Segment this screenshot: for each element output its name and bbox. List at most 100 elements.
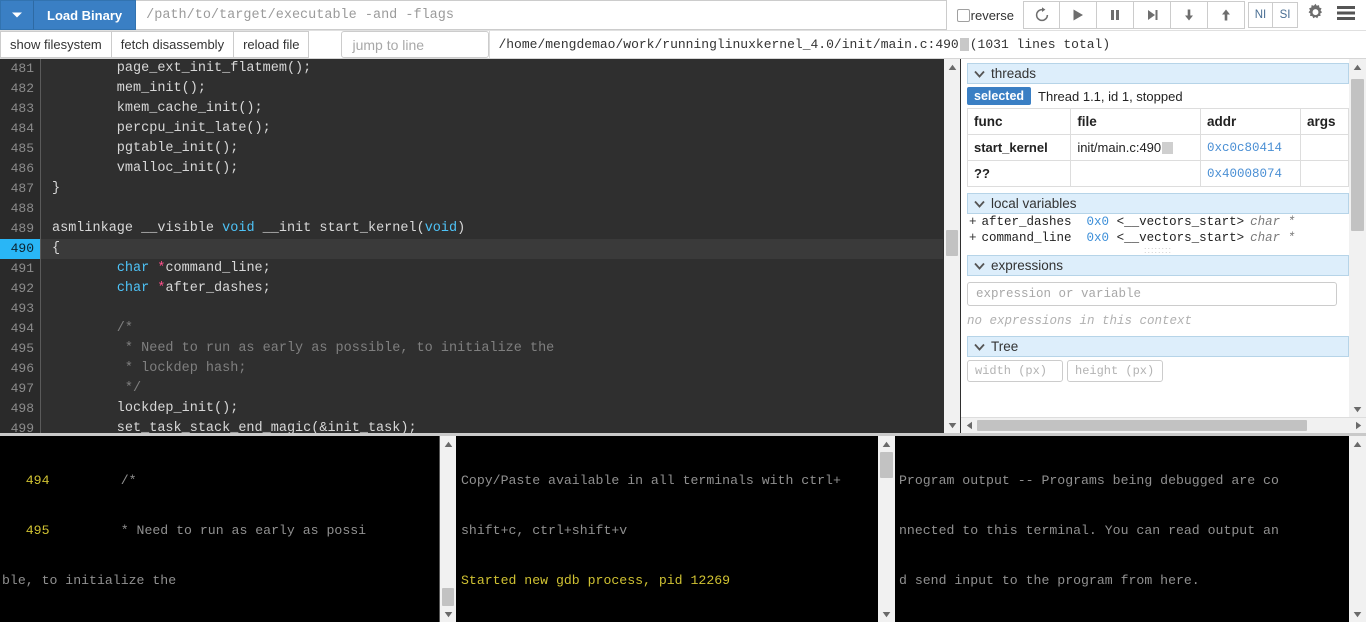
program-output-scrollbar[interactable] — [1349, 436, 1366, 622]
checkbox-box[interactable] — [957, 9, 970, 22]
hscroll-left-arrow[interactable] — [961, 421, 977, 430]
step-out-button[interactable] — [1208, 1, 1245, 29]
code-line-481[interactable]: 481 page_ext_init_flatmem(); — [0, 59, 943, 79]
binary-path-input[interactable]: /path/to/target/executable -and -flags — [136, 0, 947, 30]
restart-button[interactable] — [1023, 1, 1060, 29]
panel-scroll-thumb[interactable] — [1351, 79, 1364, 231]
code-line-494[interactable]: 494 /* — [0, 319, 943, 339]
settings-button[interactable] — [1301, 0, 1329, 30]
side-panel-vertical-scrollbar[interactable] — [1349, 59, 1366, 417]
line-number-485[interactable]: 485 — [0, 139, 40, 159]
line-number-484[interactable]: 484 — [0, 119, 40, 139]
console-scroll-down-arrow[interactable] — [440, 606, 456, 622]
line-number-486[interactable]: 486 — [0, 159, 40, 179]
console-left-scroll-track[interactable] — [440, 452, 456, 606]
jump-to-line-input[interactable]: jump to line — [341, 31, 489, 58]
panel-scroll-down-arrow[interactable] — [1349, 401, 1366, 417]
code-line-487[interactable]: 487} — [0, 179, 943, 199]
editor-vertical-scrollbar[interactable] — [943, 59, 960, 433]
table-row[interactable]: start_kernelinit/main.c:4900xc0c80414 — [968, 135, 1349, 161]
panel-scroll-track[interactable] — [1349, 75, 1366, 401]
line-number-491[interactable]: 491 — [0, 259, 40, 279]
program-output-terminal[interactable]: Program output -- Programs being debugge… — [895, 436, 1349, 622]
code-line-495[interactable]: 495 * Need to run as early as possible, … — [0, 339, 943, 359]
load-binary-button[interactable]: Load Binary — [34, 0, 136, 30]
thread-addr-cell[interactable]: 0xc0c80414 — [1201, 135, 1301, 161]
line-number-493[interactable]: 493 — [0, 299, 40, 319]
code-line-488[interactable]: 488 — [0, 199, 943, 219]
reverse-checkbox[interactable]: reverse — [957, 8, 1014, 23]
expressions-section-header[interactable]: expressions — [967, 255, 1349, 276]
locals-section-header[interactable]: local variables — [967, 193, 1349, 214]
step-over-button[interactable] — [1134, 1, 1171, 29]
line-number-483[interactable]: 483 — [0, 99, 40, 119]
line-number-481[interactable]: 481 — [0, 59, 40, 79]
scroll-down-arrow[interactable] — [944, 417, 960, 433]
output-scroll-up-arrow[interactable] — [1349, 436, 1366, 452]
line-number-496[interactable]: 496 — [0, 359, 40, 379]
selected-badge[interactable]: selected — [967, 87, 1031, 105]
console-scroll-up-arrow[interactable] — [440, 436, 456, 452]
console-r-scroll-track[interactable] — [878, 452, 895, 606]
hscroll-thumb[interactable] — [977, 420, 1307, 431]
code-line-483[interactable]: 483 kmem_cache_init(); — [0, 99, 943, 119]
code-line-499[interactable]: 499 set_task_stack_end_magic(&init_task)… — [0, 419, 943, 433]
pause-button[interactable] — [1097, 1, 1134, 29]
editor-scroll-thumb[interactable] — [946, 230, 958, 256]
tree-height-input[interactable]: height (px) — [1067, 360, 1163, 382]
output-scroll-down-arrow[interactable] — [1349, 606, 1366, 622]
gdb-console-terminal[interactable]: Copy/Paste available in all terminals wi… — [457, 436, 878, 622]
code-line-492[interactable]: 492 char *after_dashes; — [0, 279, 943, 299]
local-variable-row[interactable]: +after_dashes 0x0 <__vectors_start>char … — [967, 214, 1349, 230]
code-lines-container[interactable]: 481 page_ext_init_flatmem();482 mem_init… — [0, 59, 943, 433]
line-number-494[interactable]: 494 — [0, 319, 40, 339]
panel-resize-grip[interactable]: :::::::: — [967, 246, 1349, 255]
show-filesystem-button[interactable]: show filesystem — [0, 31, 112, 58]
editor-scroll-track[interactable] — [944, 75, 960, 417]
gdb-console-left-scrollbar[interactable] — [440, 436, 457, 622]
gdb-console-right-scrollbar[interactable] — [878, 436, 895, 622]
line-number-489[interactable]: 489 — [0, 219, 40, 239]
gef-terminal[interactable]: 494 /* 495 * Need to run as early as pos… — [0, 436, 440, 622]
line-gutter[interactable] — [40, 199, 45, 219]
expand-toggle-icon[interactable]: + — [969, 215, 977, 229]
fetch-disassembly-button[interactable]: fetch disassembly — [112, 31, 234, 58]
code-line-493[interactable]: 493 — [0, 299, 943, 319]
load-binary-dropdown-button[interactable] — [0, 0, 34, 30]
step-into-button[interactable] — [1171, 1, 1208, 29]
line-number-498[interactable]: 498 — [0, 399, 40, 419]
console-r-scroll-down-arrow[interactable] — [878, 606, 895, 622]
line-number-492[interactable]: 492 — [0, 279, 40, 299]
code-line-491[interactable]: 491 char *command_line; — [0, 259, 943, 279]
output-scroll-track[interactable] — [1349, 452, 1366, 606]
line-number-482[interactable]: 482 — [0, 79, 40, 99]
hscroll-right-arrow[interactable] — [1350, 421, 1366, 430]
code-line-496[interactable]: 496 * lockdep hash; — [0, 359, 943, 379]
line-number-487[interactable]: 487 — [0, 179, 40, 199]
continue-button[interactable] — [1060, 1, 1097, 29]
console-left-scroll-thumb[interactable] — [442, 588, 454, 606]
reload-file-button[interactable]: reload file — [234, 31, 309, 58]
code-line-498[interactable]: 498 lockdep_init(); — [0, 399, 943, 419]
thread-addr-cell[interactable]: 0x40008074 — [1201, 161, 1301, 187]
code-line-486[interactable]: 486 vmalloc_init(); — [0, 159, 943, 179]
code-line-484[interactable]: 484 percpu_init_late(); — [0, 119, 943, 139]
line-number-497[interactable]: 497 — [0, 379, 40, 399]
expand-toggle-icon[interactable]: + — [969, 231, 977, 245]
console-r-scroll-up-arrow[interactable] — [878, 436, 895, 452]
code-line-497[interactable]: 497 */ — [0, 379, 943, 399]
panel-scroll-up-arrow[interactable] — [1349, 59, 1366, 75]
expression-input[interactable]: expression or variable — [967, 282, 1337, 306]
code-line-485[interactable]: 485 pgtable_init(); — [0, 139, 943, 159]
table-row[interactable]: ??0x40008074 — [968, 161, 1349, 187]
selected-thread-row[interactable]: selected Thread 1.1, id 1, stopped — [967, 84, 1349, 108]
menu-button[interactable] — [1332, 0, 1360, 30]
hscroll-track[interactable] — [977, 418, 1350, 433]
step-instruction-button[interactable]: SI — [1273, 2, 1298, 28]
tree-section-header[interactable]: Tree — [967, 336, 1349, 357]
line-number-488[interactable]: 488 — [0, 199, 40, 219]
line-number-495[interactable]: 495 — [0, 339, 40, 359]
console-r-scroll-thumb[interactable] — [880, 452, 893, 478]
threads-section-header[interactable]: threads — [967, 63, 1349, 84]
code-line-490[interactable]: 490{ — [0, 239, 943, 259]
